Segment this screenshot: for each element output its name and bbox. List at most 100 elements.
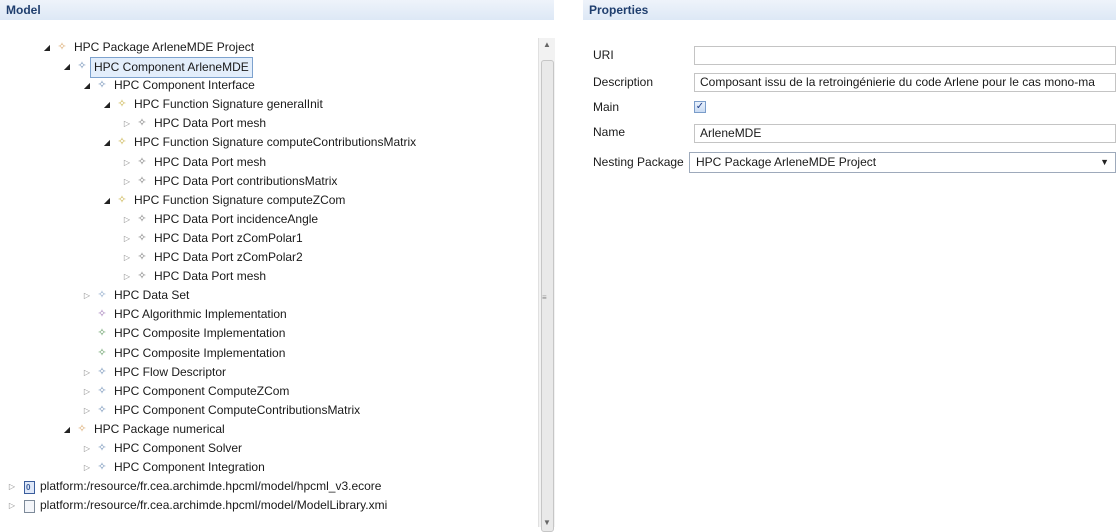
tree-node-label: platform:/resource/fr.cea.archimde.hpcml… (40, 479, 382, 494)
signature-icon: ✧ (117, 136, 127, 149)
tree-node[interactable]: ▷ ✧ HPC Component ComputeContributionsMatr… (0, 401, 540, 420)
port-icon: ✧ (137, 155, 147, 168)
expand-closed-icon[interactable]: ▷ (82, 401, 92, 420)
tree-node-label: HPC Composite Implementation (114, 326, 286, 341)
name-field[interactable]: ArleneMDE (694, 124, 1116, 143)
port-icon: ✧ (137, 212, 147, 225)
tree-node[interactable]: ◢ ✧ HPC Function Signature generalInit (0, 95, 540, 114)
nesting-package-select[interactable]: HPC Package ArleneMDE Project ▼ (689, 152, 1116, 173)
tree-node-label: HPC Data Port incidenceAngle (154, 211, 319, 226)
model-panel-header[interactable]: Model (0, 0, 554, 20)
nesting-package-label: Nesting Package (593, 155, 684, 169)
port-icon: ✧ (137, 231, 147, 244)
tree-node[interactable]: ✧ HPC Algorithmic Implementation (0, 305, 540, 324)
component-icon: ✧ (97, 461, 107, 474)
tree-node[interactable]: ▷ platform:/resource/fr.cea.archimde.hpcm… (0, 477, 540, 497)
component-icon: ✧ (97, 384, 107, 397)
expand-closed-icon[interactable]: ▷ (82, 363, 92, 382)
expand-closed-icon[interactable]: ▷ (82, 439, 92, 458)
uri-field[interactable] (694, 46, 1116, 65)
tree-node-label: HPC Component ArleneMDE (90, 57, 253, 79)
algorithmic-icon: ✧ (97, 308, 107, 321)
tree-node[interactable]: ◢ ✧ HPC Component Interface (0, 76, 540, 95)
tree-node-label: HPC Data Port contributionsMatrix (154, 173, 338, 188)
port-icon: ✧ (137, 117, 147, 130)
expand-closed-icon[interactable]: ▷ (122, 210, 132, 229)
tree-node-label: HPC Component Interface (114, 78, 255, 93)
ecore-file-icon (24, 478, 35, 497)
expand-closed-icon[interactable]: ▷ (122, 172, 132, 191)
tree-node[interactable]: ◢ ✧ HPC Component ArleneMDE (0, 57, 540, 79)
main-checkbox[interactable]: ✓ (694, 101, 706, 113)
description-label: Description (593, 75, 654, 89)
port-icon: ✧ (137, 270, 147, 283)
tree-node[interactable]: ▷ ✧ HPC Data Port contributionsMatrix (0, 172, 540, 191)
tree-node[interactable]: ✧ HPC Composite Implementation (0, 324, 540, 343)
interface-icon: ✧ (97, 79, 107, 92)
chevron-down-icon[interactable]: ▼ (1100, 153, 1109, 172)
model-tree[interactable]: ◢ ✧ HPC Package ArleneMDE Project ◢ ✧ HPC Com… (0, 38, 540, 515)
tree-node[interactable]: ▷ ✧ HPC Data Port mesh (0, 153, 540, 172)
tree-node-label: HPC Component ComputeContributionsMatrix (114, 402, 361, 417)
dataset-icon: ✧ (97, 289, 107, 302)
tree-node-label: HPC Data Port mesh (154, 116, 267, 131)
tree-node[interactable]: ▷ ✧ HPC Data Port incidenceAngle (0, 210, 540, 229)
expand-closed-icon[interactable]: ▷ (82, 286, 92, 305)
properties-panel-title: Properties (589, 3, 649, 17)
component-icon: ✧ (97, 441, 107, 454)
description-field[interactable]: Composant issu de la retroingénierie du … (694, 73, 1116, 92)
scroll-grip-icon: ≡ (542, 293, 547, 302)
tree-node[interactable]: ▷ ✧ HPC Flow Descriptor (0, 363, 540, 382)
expand-open-icon[interactable]: ◢ (102, 191, 112, 210)
expand-closed-icon[interactable]: ▷ (7, 496, 17, 515)
tree-node-label: HPC Data Port mesh (154, 154, 267, 169)
tree-node[interactable]: ◢ ✧ HPC Function Signature computeZCom (0, 191, 540, 210)
flow-icon: ✧ (97, 365, 107, 378)
composite-icon: ✧ (97, 327, 107, 340)
tree-node[interactable]: ✧ HPC Composite Implementation (0, 344, 540, 363)
tree-node[interactable]: ▷ ✧ HPC Data Port mesh (0, 114, 540, 133)
package-icon: ✧ (77, 422, 87, 435)
tree-scrollbar[interactable]: ▲ ≡ ▼ (538, 38, 555, 532)
expand-closed-icon[interactable]: ▷ (82, 382, 92, 401)
expand-closed-icon[interactable]: ▷ (82, 458, 92, 477)
uri-label: URI (593, 48, 614, 62)
expand-closed-icon[interactable]: ▷ (122, 114, 132, 133)
expand-open-icon[interactable]: ◢ (102, 95, 112, 114)
tree-node[interactable]: ▷ platform:/resource/fr.cea.archimde.hpcm… (0, 496, 540, 515)
tree-node[interactable]: ▷ ✧ HPC Data Port zComPolar1 (0, 229, 540, 248)
tree-node-label: platform:/resource/fr.cea.archimde.hpcml… (40, 498, 388, 513)
tree-node-label: HPC Data Port zComPolar1 (154, 230, 303, 245)
tree-node-label: HPC Algorithmic Implementation (114, 307, 287, 322)
expand-closed-icon[interactable]: ▷ (122, 153, 132, 172)
model-panel-title: Model (6, 3, 41, 17)
tree-node[interactable]: ◢ ✧ HPC Package numerical (0, 420, 540, 439)
tree-node[interactable]: ▷ ✧ HPC Data Port mesh (0, 267, 540, 286)
scroll-down-icon[interactable]: ▼ (543, 518, 551, 527)
tree-node[interactable]: ◢ ✧ HPC Package ArleneMDE Project (0, 38, 540, 57)
tree-node[interactable]: ▷ ✧ HPC Data Set (0, 286, 540, 305)
expand-open-icon[interactable]: ◢ (62, 57, 72, 76)
tree-node[interactable]: ▷ ✧ HPC Data Port zComPolar2 (0, 248, 540, 267)
composite-icon: ✧ (97, 346, 107, 359)
tree-node[interactable]: ▷ ✧ HPC Component Solver (0, 439, 540, 458)
expand-open-icon[interactable]: ◢ (102, 133, 112, 152)
tree-node[interactable]: ▷ ✧ HPC Component ComputeZCom (0, 382, 540, 401)
tree-node[interactable]: ▷ ✧ HPC Component Integration (0, 458, 540, 477)
expand-open-icon[interactable]: ◢ (82, 76, 92, 95)
expand-closed-icon[interactable]: ▷ (122, 267, 132, 286)
component-icon: ✧ (77, 60, 87, 73)
expand-closed-icon[interactable]: ▷ (122, 229, 132, 248)
xmi-file-icon (24, 500, 35, 514)
expand-open-icon[interactable]: ◢ (62, 420, 72, 439)
expand-closed-icon[interactable]: ▷ (7, 477, 17, 496)
tree-node[interactable]: ◢ ✧ HPC Function Signature computeContribu… (0, 133, 540, 152)
expand-closed-icon[interactable]: ▷ (122, 248, 132, 267)
properties-panel-header[interactable]: Properties (583, 0, 1116, 20)
tree-node-label: HPC Data Port mesh (154, 269, 267, 284)
signature-icon: ✧ (117, 193, 127, 206)
scroll-up-icon[interactable]: ▲ (543, 40, 551, 49)
nesting-package-value: HPC Package ArleneMDE Project (696, 155, 877, 169)
expand-open-icon[interactable]: ◢ (42, 38, 52, 57)
package-icon: ✧ (57, 41, 67, 53)
